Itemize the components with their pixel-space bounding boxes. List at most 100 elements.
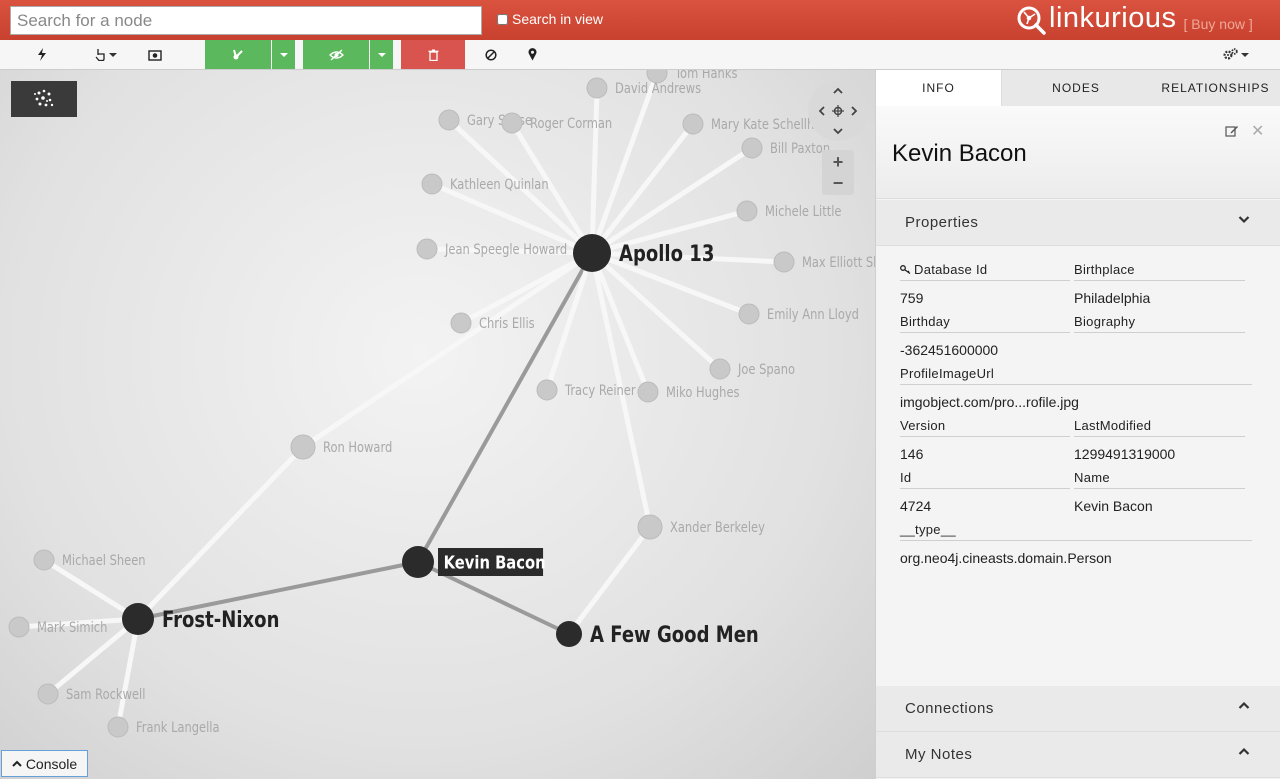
graph-overview-button[interactable] (11, 81, 77, 117)
node-circle[interactable] (450, 312, 472, 334)
logo: linkurious [ Buy now ] (1016, 2, 1253, 37)
node-circle[interactable] (438, 109, 460, 131)
node-circle[interactable] (573, 234, 611, 272)
tab-relationships[interactable]: RELATIONSHIPS (1151, 70, 1280, 106)
edge-apollo-13-mary-kate-schellhardt[interactable] (589, 121, 696, 256)
node-circle[interactable] (736, 200, 758, 222)
node-circle[interactable] (122, 603, 154, 635)
graph-node-emily-ann-lloyd[interactable]: Emily Ann Lloyd (738, 303, 859, 325)
node-label: Apollo 13 (619, 240, 714, 266)
graph-node-michele-little[interactable]: Michele Little (736, 200, 842, 222)
graph-node-frank-langella[interactable]: Frank Langella (107, 716, 220, 738)
node-circle[interactable] (773, 251, 795, 273)
my-notes-section-header[interactable]: My Notes (876, 732, 1280, 778)
properties-section-header[interactable]: Properties (876, 200, 1280, 246)
graph-node-michael-sheen[interactable]: Michael Sheen (33, 549, 146, 571)
graph-svg[interactable]: Apollo 13 Kevin Bacon Frost-Nixon A Few Goo… (0, 70, 875, 779)
graph-node-ron-howard[interactable]: Ron Howard (290, 434, 392, 460)
graph-node-kevin-bacon[interactable]: Kevin Bacon (402, 546, 546, 578)
delete-button[interactable] (401, 40, 465, 69)
graph-node-chris-ellis[interactable]: Chris Ellis (450, 312, 535, 334)
chevron-down-icon (108, 52, 117, 57)
node-circle[interactable] (586, 77, 608, 99)
graph-canvas[interactable]: Apollo 13 Kevin Bacon Frost-Nixon A Few Goo… (0, 70, 875, 779)
node-circle[interactable] (290, 434, 316, 460)
graph-node-tracy-reiner[interactable]: Tracy Reiner (536, 379, 636, 401)
console-button[interactable]: Console (1, 750, 88, 777)
screenshot-button[interactable] (142, 40, 168, 69)
search-input[interactable] (10, 6, 482, 35)
panel-tabs: INFO NODES RELATIONSHIPS (876, 70, 1280, 106)
node-circle[interactable] (637, 381, 659, 403)
graph-node-a-few-good-men[interactable]: A Few Good Men (556, 621, 759, 647)
layout-dropdown-toggle[interactable] (272, 40, 295, 69)
graph-node-mark-simich[interactable]: Mark Simich (8, 616, 107, 638)
visibility-button[interactable] (303, 40, 369, 69)
graph-node-bill-paxton[interactable]: Bill Paxton (741, 137, 830, 159)
search-in-view-toggle[interactable]: Search in view (497, 11, 603, 27)
graph-node-apollo-13[interactable]: Apollo 13 (573, 234, 714, 272)
visibility-dropdown-toggle[interactable] (370, 40, 393, 69)
search-in-view-checkbox[interactable] (497, 13, 508, 25)
property-key: __type__ (900, 522, 1252, 541)
graph-node-frost-nixon[interactable]: Frost-Nixon (122, 603, 279, 635)
tab-nodes[interactable]: NODES (1002, 70, 1150, 106)
graph-node-kathleen-quinlan[interactable]: Kathleen Quinlan (421, 173, 549, 195)
edge-apollo-13-ron-howard[interactable] (300, 250, 595, 450)
layout-button[interactable] (205, 40, 271, 69)
node-circle[interactable] (416, 238, 438, 260)
tab-info[interactable]: INFO (876, 70, 1002, 106)
node-label: A Few Good Men (590, 621, 759, 647)
zoom-in-button[interactable]: + (822, 151, 854, 173)
pin-button[interactable] (520, 40, 544, 69)
connections-section-header[interactable]: Connections (876, 686, 1280, 732)
graph-node-miko-hughes[interactable]: Miko Hughes (637, 381, 740, 403)
property-name: Name Kevin Bacon (1074, 470, 1245, 514)
node-circle[interactable] (556, 621, 582, 647)
node-circle[interactable] (402, 546, 434, 578)
graph-node-david-andrews[interactable]: David Andrews (586, 77, 701, 99)
node-circle[interactable] (741, 137, 763, 159)
property-key: Version (900, 418, 1070, 437)
graph-node-joe-spano[interactable]: Joe Spano (709, 358, 795, 380)
clear-button[interactable] (478, 40, 504, 69)
node-circle[interactable] (709, 358, 731, 380)
node-label: Frank Langella (136, 720, 220, 736)
edge-frost-nixon-ron-howard[interactable] (135, 444, 306, 622)
property-key: Birthday (900, 314, 1070, 333)
node-label: Kathleen Quinlan (450, 177, 549, 193)
node-circle[interactable] (107, 716, 129, 738)
properties-label: Properties (905, 214, 979, 231)
edit-icon[interactable] (1225, 124, 1239, 137)
graph-node-xander-berkeley[interactable]: Xander Berkeley (637, 514, 765, 540)
graph-node-roger-corman[interactable]: Roger Corman (501, 112, 612, 134)
buy-now-link[interactable]: [ Buy now ] (1184, 16, 1253, 32)
edge-a-few-good-men-xander-berkeley[interactable] (566, 524, 653, 637)
node-circle[interactable] (501, 112, 523, 134)
lightning-button[interactable] (28, 40, 56, 69)
property-key: Birthplace (1074, 262, 1245, 281)
edge-apollo-13-tom-hanks[interactable] (589, 70, 660, 256)
node-circle[interactable] (33, 549, 55, 571)
settings-dropdown[interactable] (1218, 40, 1254, 69)
node-circle[interactable] (421, 173, 443, 195)
property-value: -362451600000 (900, 342, 999, 358)
chevron-up-icon (1238, 747, 1250, 755)
node-circle[interactable] (536, 379, 558, 401)
toolbar (0, 40, 1280, 70)
pan-arrows-icon (818, 87, 858, 135)
node-circle[interactable] (738, 303, 760, 325)
node-circle[interactable] (682, 113, 704, 135)
edge-apollo-13-david-andrews[interactable] (589, 85, 600, 256)
graph-node-max-elliott-slade[interactable]: Max Elliott Slade (773, 251, 875, 273)
select-mode-dropdown[interactable] (88, 40, 122, 69)
zoom-out-button[interactable]: − (822, 172, 854, 194)
edge-apollo-13-bill-paxton[interactable] (589, 145, 755, 256)
node-circle[interactable] (8, 616, 30, 638)
close-icon[interactable]: ✕ (1251, 121, 1264, 141)
graph-node-sam-rockwell[interactable]: Sam Rockwell (37, 683, 145, 705)
pan-control[interactable] (808, 81, 868, 141)
console-label: Console (25, 755, 78, 772)
node-circle[interactable] (37, 683, 59, 705)
node-circle[interactable] (637, 514, 663, 540)
